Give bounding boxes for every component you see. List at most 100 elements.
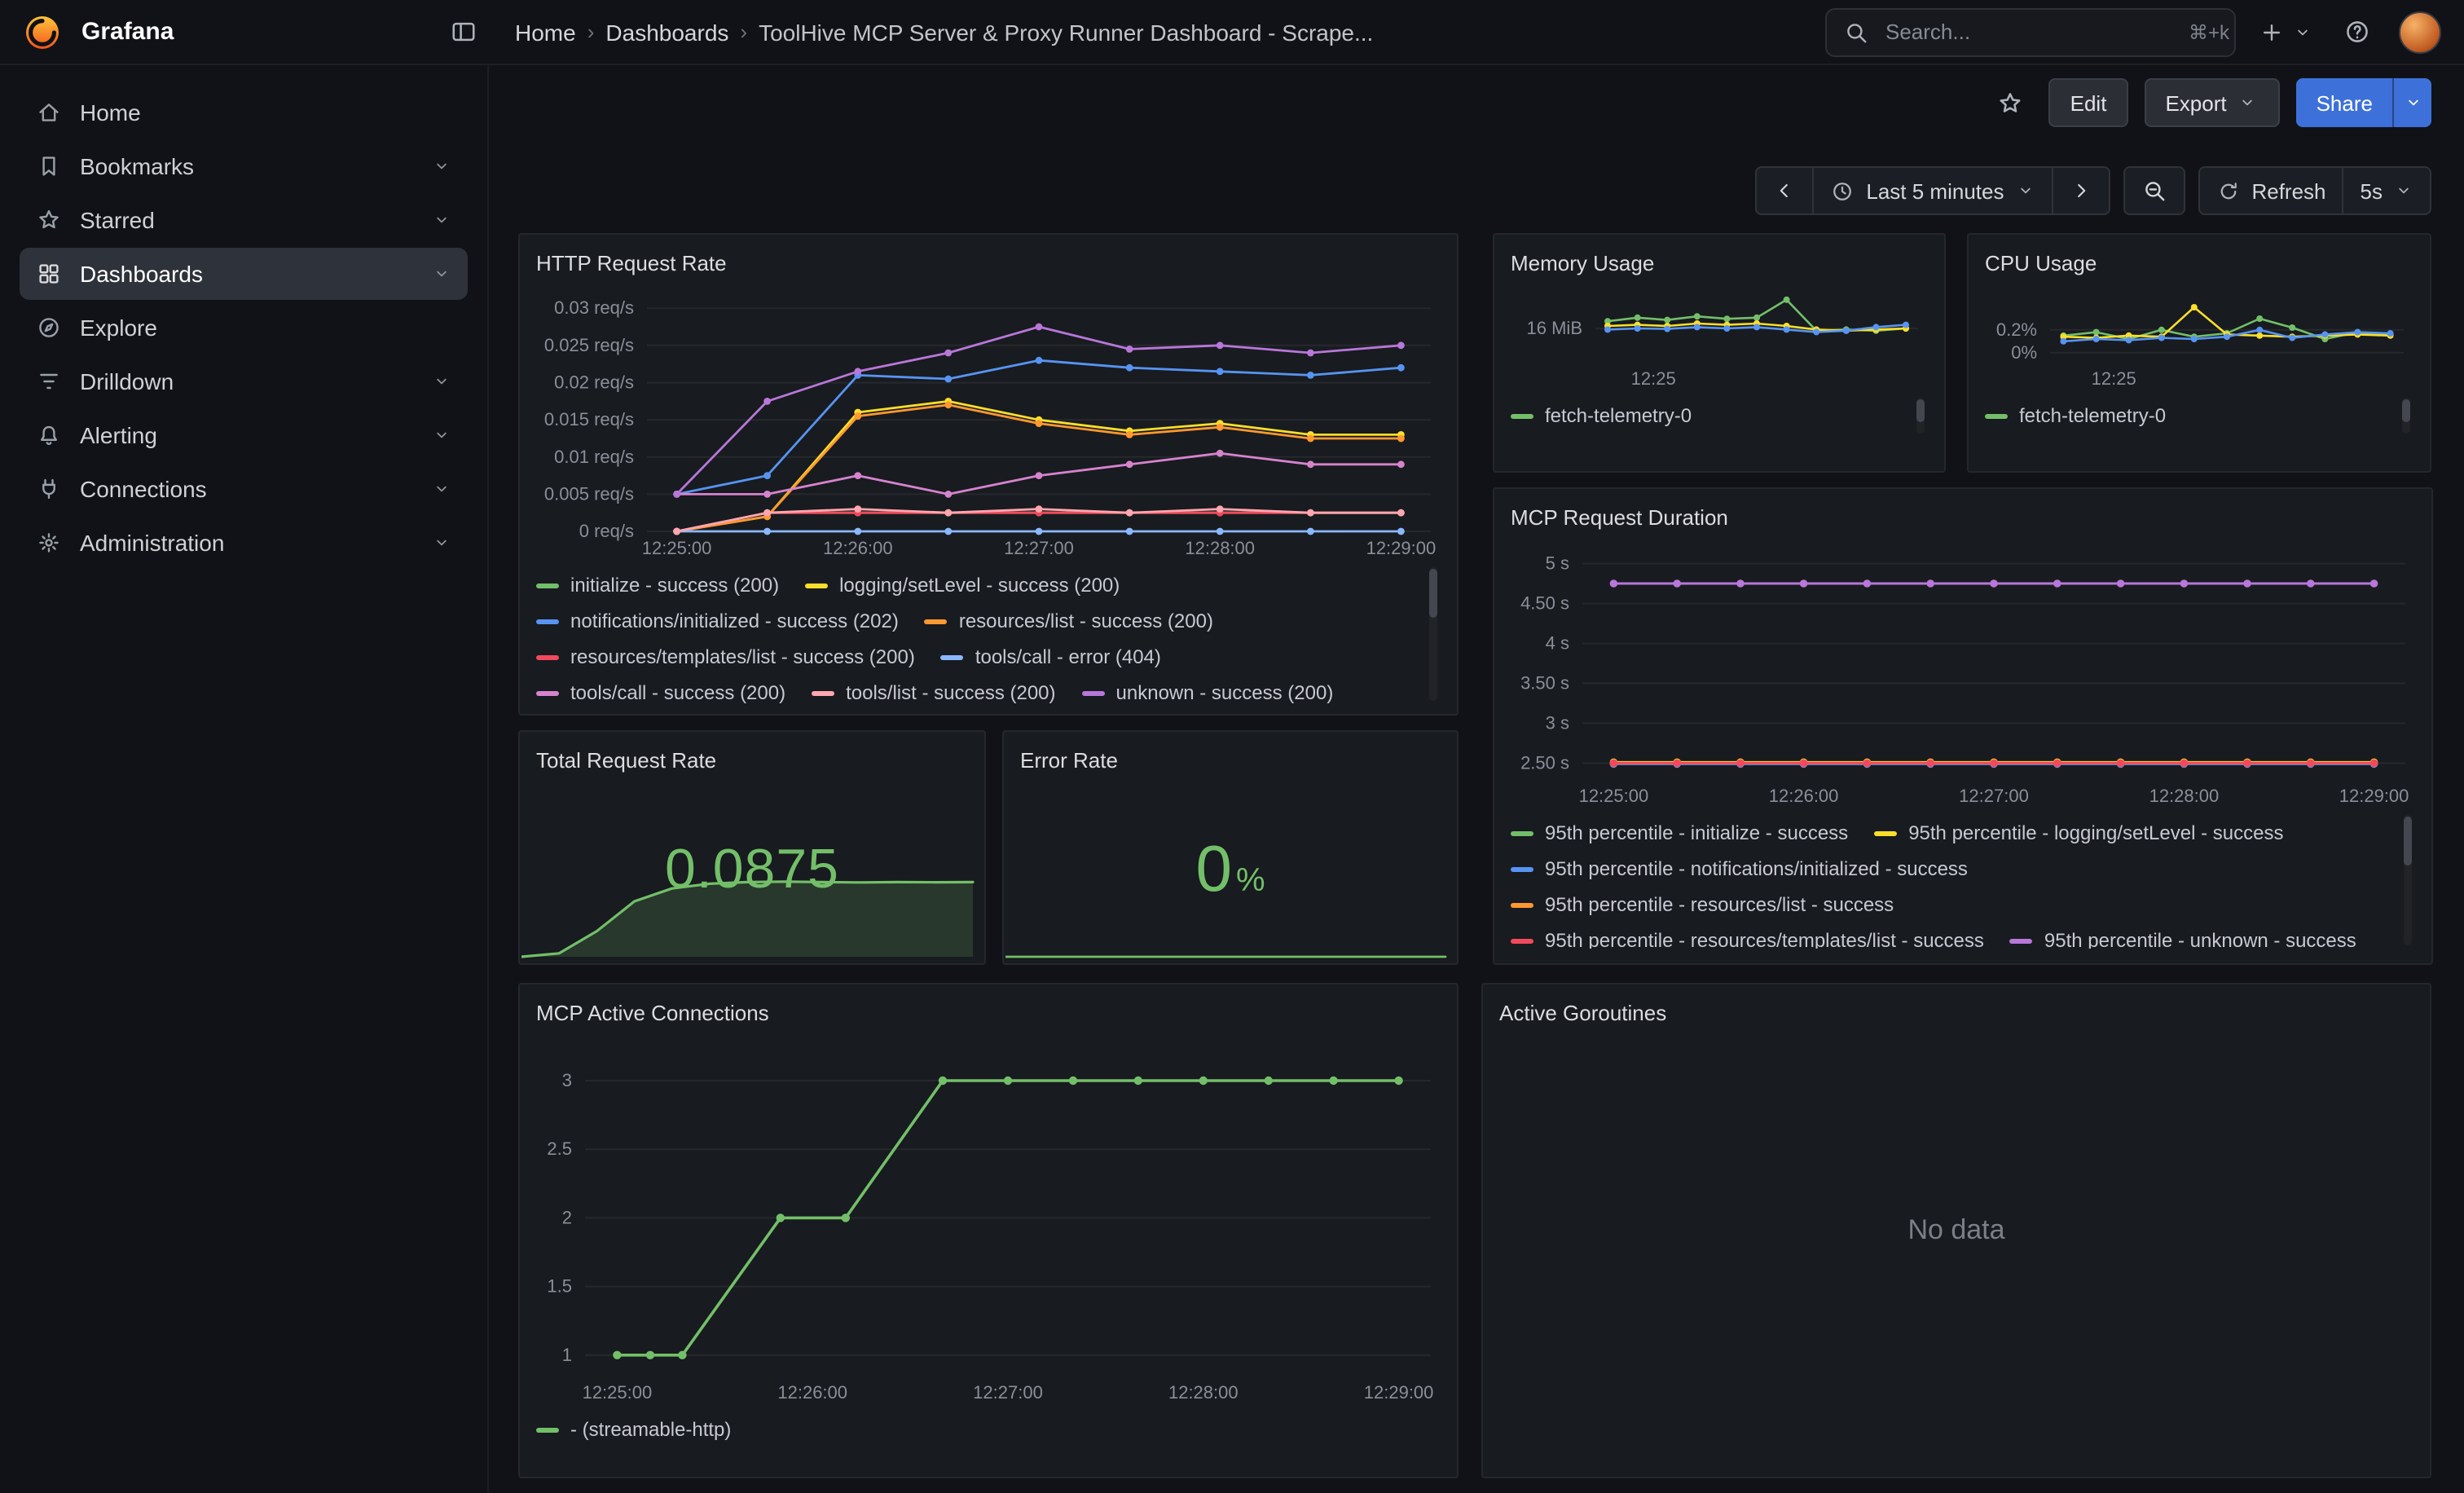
legend-item[interactable]: resources/templates/list - success (200)	[536, 639, 915, 675]
svg-text:12:26:00: 12:26:00	[823, 538, 893, 558]
sidebar-item-label: Explore	[80, 315, 157, 341]
svg-text:3.50 s: 3.50 s	[1520, 672, 1569, 693]
breadcrumb-item[interactable]: Dashboards	[605, 19, 728, 45]
legend-item[interactable]: notifications/initialized - success (202…	[536, 603, 899, 639]
legend-scrollbar[interactable]	[1429, 567, 1437, 701]
breadcrumb-item[interactable]: ToolHive MCP Server & Proxy Runner Dashb…	[759, 19, 1373, 45]
legend-item[interactable]: 95th percentile - unknown - success	[2010, 923, 2356, 949]
sidebar-item-label: Drilldown	[80, 368, 174, 394]
legend-item[interactable]: tools/call - error (404)	[941, 639, 1161, 675]
sidebar-item-drilldown[interactable]: Drilldown	[20, 355, 468, 407]
sidebar-item-explore[interactable]: Explore	[20, 302, 468, 354]
export-button[interactable]: Export	[2144, 78, 2280, 127]
new-button[interactable]	[2255, 9, 2314, 55]
svg-text:2: 2	[562, 1207, 572, 1227]
sidebar-item-label: Alerting	[80, 422, 157, 448]
legend-scrollbar-thumb[interactable]	[1916, 399, 1925, 422]
legend-item[interactable]: fetch-telemetry-0	[1511, 398, 1692, 434]
stat-number: 0	[1195, 834, 1233, 907]
legend-scrollbar-thumb[interactable]	[2402, 399, 2410, 422]
sidebar-item-connections[interactable]: Connections	[20, 463, 468, 515]
http-request-rate-chart[interactable]: 0 req/s0.005 req/s0.01 req/s0.015 req/s0…	[536, 280, 1441, 561]
sidebar-item-administration[interactable]: Administration	[20, 517, 468, 569]
sidebar-item-dashboards[interactable]: Dashboards	[20, 248, 468, 300]
legend-item[interactable]: resources/list - success (200)	[925, 603, 1213, 639]
export-label: Export	[2165, 90, 2226, 115]
legend-scrollbar[interactable]	[2402, 398, 2410, 434]
grafana-logo-icon[interactable]	[20, 9, 65, 55]
mcp-active-connections-chart[interactable]: 32.521.5112:25:0012:26:0012:27:0012:28:0…	[536, 1030, 1441, 1405]
zoom-out-icon[interactable]	[2123, 166, 2185, 215]
avatar[interactable]	[2399, 11, 2441, 53]
legend-label: 95th percentile - resources/templates/li…	[1545, 923, 1984, 949]
svg-text:12:26:00: 12:26:00	[777, 1382, 847, 1403]
chevron-down-icon	[432, 372, 451, 391]
svg-text:12:28:00: 12:28:00	[1168, 1382, 1239, 1403]
time-range-group: Last 5 minutes	[1755, 166, 2110, 215]
edit-label: Edit	[2070, 90, 2107, 115]
svg-text:3: 3	[562, 1070, 572, 1090]
error-rate-value: 0 %	[1004, 834, 1457, 907]
chevron-down-icon	[2237, 91, 2259, 114]
favorite-star-icon[interactable]	[1987, 80, 2033, 126]
home-icon	[36, 99, 62, 126]
top-navbar: Grafana Home›Dashboards›ToolHive MCP Ser…	[0, 0, 2464, 65]
memory-usage-chart[interactable]: 16 MiB12:25	[1511, 280, 1928, 391]
search-input[interactable]	[1882, 18, 2176, 46]
svg-text:4.50 s: 4.50 s	[1520, 593, 1569, 614]
chevron-down-icon	[2291, 9, 2314, 55]
legend-item[interactable]: tools/call - success (200)	[536, 675, 785, 704]
sidebar-item-home[interactable]: Home	[20, 86, 468, 139]
share-button[interactable]: Share	[2297, 78, 2392, 127]
legend-color-swatch	[1985, 413, 2008, 418]
legend-color-swatch	[536, 583, 559, 588]
edit-button[interactable]: Edit	[2049, 78, 2128, 127]
sidebar: HomeBookmarksStarredDashboards Explore Dri…	[0, 65, 489, 1493]
legend-item[interactable]: unknown - success (200)	[1082, 675, 1334, 704]
dock-toggle-icon[interactable]	[440, 9, 486, 55]
sidebar-item-starred[interactable]: Starred	[20, 194, 468, 246]
legend-item[interactable]: 95th percentile - initialize - success	[1511, 815, 1848, 851]
sidebar-item-bookmarks[interactable]: Bookmarks	[20, 140, 468, 192]
svg-text:0.2%: 0.2%	[1996, 319, 2037, 340]
breadcrumb-separator-icon: ›	[740, 20, 747, 44]
cpu-usage-chart[interactable]: 0.2%0%12:25	[1985, 280, 2413, 391]
search-box[interactable]: ⌘+k	[1825, 7, 2236, 56]
legend-item[interactable]: - (streamable-http)	[536, 1412, 731, 1447]
legend-item[interactable]: 95th percentile - resources/templates/li…	[1511, 923, 1984, 949]
legend-color-swatch	[1511, 938, 1533, 943]
legend-item[interactable]: 95th percentile - logging/setLevel - suc…	[1874, 815, 2283, 851]
legend-item[interactable]: logging/setLevel - success (200)	[805, 567, 1120, 603]
bell-icon	[36, 422, 62, 448]
chevron-down-icon	[2394, 181, 2413, 200]
legend-item[interactable]: tools/list - success (200)	[812, 675, 1055, 704]
legend-scrollbar-thumb[interactable]	[1429, 569, 1437, 618]
legend-label: 95th percentile - logging/setLevel - suc…	[1908, 815, 2283, 851]
search-shortcut: ⌘+k	[2189, 20, 2229, 43]
time-range-picker[interactable]: Last 5 minutes	[1814, 166, 2051, 215]
help-icon[interactable]	[2334, 9, 2379, 55]
chevron-down-icon	[432, 533, 451, 553]
legend-label: tools/call - error (404)	[975, 639, 1161, 675]
legend-scrollbar[interactable]	[2404, 815, 2412, 945]
legend-item[interactable]: initialize - success (200)	[536, 567, 779, 603]
svg-text:12:27:00: 12:27:00	[1004, 538, 1074, 558]
refresh-interval-picker[interactable]: 5s	[2344, 166, 2431, 215]
legend-item[interactable]: 95th percentile - resources/list - succe…	[1511, 887, 1894, 923]
legend-item[interactable]: fetch-telemetry-0	[1985, 398, 2166, 434]
sidebar-item-alerting[interactable]: Alerting	[20, 409, 468, 461]
mcp-request-duration-chart[interactable]: 5 s4.50 s4 s3.50 s3 s2.50 s12:25:0012:26…	[1511, 535, 2415, 808]
time-forward-button[interactable]	[2051, 166, 2110, 215]
breadcrumb-item[interactable]: Home	[515, 19, 576, 45]
refresh-button[interactable]: Refresh	[2198, 166, 2343, 215]
svg-text:2.5: 2.5	[547, 1138, 572, 1159]
time-back-button[interactable]	[1755, 166, 1814, 215]
svg-text:16 MiB: 16 MiB	[1527, 318, 1582, 338]
panel-title: Total Request Rate	[536, 745, 968, 777]
share-menu-caret[interactable]	[2392, 78, 2431, 127]
legend-item[interactable]: 95th percentile - notifications/initiali…	[1511, 851, 1968, 887]
legend-scrollbar-thumb[interactable]	[2404, 817, 2412, 865]
panel-mcp-request-duration: MCP Request Duration 5 s4.50 s4 s3.50 s3…	[1493, 487, 2433, 965]
svg-text:12:28:00: 12:28:00	[1185, 538, 1255, 558]
legend-scrollbar[interactable]	[1916, 398, 1925, 434]
